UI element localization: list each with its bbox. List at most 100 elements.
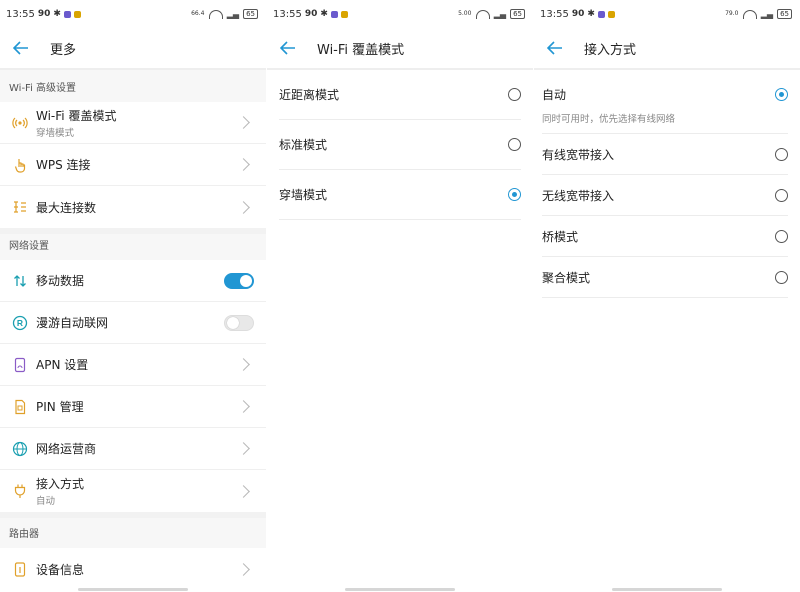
- status-signal: 90: [37, 9, 51, 19]
- page-title: 接入方式: [584, 42, 637, 58]
- pin-management-item[interactable]: PIN 管理: [0, 386, 266, 428]
- chevron-right-icon: [237, 484, 250, 498]
- app-header: 接入方式: [534, 28, 800, 68]
- chevron-right-icon: [237, 200, 250, 214]
- bluetooth-icon: ✱: [53, 9, 61, 19]
- option-label: 无线宽带接入: [542, 188, 615, 203]
- app-icon: [330, 10, 338, 18]
- roaming-icon: R: [12, 315, 28, 331]
- app-header: Wi-Fi 覆盖模式: [267, 28, 533, 68]
- item-label: 网络运营商: [36, 442, 97, 456]
- wifi-coverage-mode-item[interactable]: Wi-Fi 覆盖模式 穿墙模式: [0, 102, 266, 144]
- item-subtitle: 自动: [36, 496, 56, 507]
- radio-button-selected[interactable]: [775, 88, 788, 101]
- status-net-speed: 5.00: [458, 10, 472, 17]
- battery-icon: 65: [777, 9, 792, 19]
- item-label: WPS 连接: [36, 158, 91, 172]
- gesture-bar: [534, 588, 800, 592]
- wifi-status-icon: [208, 9, 223, 19]
- status-time: 13:55: [273, 8, 302, 20]
- hand-tap-icon: [12, 157, 28, 173]
- svg-text:R: R: [17, 318, 23, 328]
- data-arrows-icon: [12, 273, 28, 289]
- app-icon: [73, 10, 81, 18]
- connection-list-icon: [12, 199, 28, 215]
- mobile-data-toggle[interactable]: [224, 272, 254, 289]
- battery-icon: 65: [243, 9, 258, 19]
- mobile-data-item[interactable]: 移动数据: [0, 260, 266, 302]
- chevron-right-icon: [237, 158, 250, 171]
- plug-icon: [12, 483, 28, 499]
- wifi-status-icon: [742, 9, 757, 19]
- app-header: 更多: [0, 28, 266, 68]
- option-label: 聚合模式: [542, 270, 591, 285]
- status-net-speed: 79.0: [725, 10, 739, 17]
- wps-connect-item[interactable]: WPS 连接: [0, 144, 266, 186]
- wifi-signal-icon: [12, 115, 28, 131]
- status-bar: 13:55 90 ✱ 5.00 ▂▄ 65: [267, 0, 533, 28]
- option-label: 近距离模式: [279, 88, 340, 102]
- option-wall-penetration-mode[interactable]: 穿墙模式: [279, 170, 521, 220]
- item-label: Wi-Fi 覆盖模式: [36, 108, 117, 123]
- option-auto[interactable]: 自动 同时可用时，优先选择有线网络: [542, 78, 788, 134]
- radio-button[interactable]: [508, 88, 521, 101]
- option-label: 穿墙模式: [279, 188, 328, 202]
- status-time: 13:55: [6, 8, 35, 20]
- cell-signal-icon: ▂▄: [226, 9, 240, 19]
- item-label: APN 设置: [36, 358, 89, 372]
- network-operator-item[interactable]: 网络运营商: [0, 428, 266, 470]
- option-label: 自动: [542, 88, 567, 102]
- screens: 13:55 90 ✱ 66.4 ▂▄ 65 更多 Wi-Fi 高级设置 Wi-F…: [0, 0, 800, 592]
- chevron-right-icon: [237, 562, 250, 576]
- max-connections-item[interactable]: 最大连接数: [0, 186, 266, 228]
- item-label: 接入方式: [36, 477, 85, 491]
- option-near-mode[interactable]: 近距离模式: [279, 70, 521, 120]
- apn-settings-item[interactable]: APN 设置: [0, 344, 266, 386]
- option-label: 桥模式: [542, 229, 579, 244]
- option-label: 标准模式: [279, 138, 328, 152]
- status-bar: 13:55 90 ✱ 66.4 ▂▄ 65: [0, 0, 266, 28]
- option-wireless-broadband[interactable]: 无线宽带接入: [542, 175, 788, 216]
- page-title: 更多: [50, 42, 77, 58]
- option-standard-mode[interactable]: 标准模式: [279, 120, 521, 170]
- wifi-status-icon: [475, 9, 490, 19]
- app-icon: [340, 10, 348, 18]
- section-wifi-advanced: Wi-Fi 高级设置: [0, 70, 266, 102]
- roaming-toggle[interactable]: [224, 314, 254, 331]
- back-arrow-icon[interactable]: [546, 39, 564, 57]
- option-bridge-mode[interactable]: 桥模式: [542, 216, 788, 257]
- battery-icon: 65: [510, 9, 525, 19]
- roaming-auto-connect-item[interactable]: R 漫游自动联网: [0, 302, 266, 344]
- item-label: 漫游自动联网: [36, 316, 109, 330]
- back-arrow-icon[interactable]: [12, 39, 30, 57]
- radio-button[interactable]: [775, 270, 788, 284]
- panel-access-mode: 13:55 90 ✱ 79.0 ▂▄ 65 接入方式 自动 同时可用时，优先选择…: [534, 0, 800, 592]
- apn-icon: [12, 357, 28, 373]
- option-wired-broadband[interactable]: 有线宽带接入: [542, 134, 788, 175]
- radio-button[interactable]: [775, 229, 788, 243]
- device-info-item[interactable]: 设备信息: [0, 548, 266, 590]
- status-signal: 90: [304, 9, 318, 19]
- device-info-icon: [12, 561, 28, 577]
- status-signal: 90: [571, 9, 585, 19]
- item-label: 设备信息: [36, 562, 85, 577]
- radio-button[interactable]: [775, 147, 788, 161]
- access-mode-item[interactable]: 接入方式 自动: [0, 470, 266, 512]
- section-router: 路由器: [0, 518, 266, 548]
- option-label: 有线宽带接入: [542, 147, 615, 162]
- gesture-bar: [267, 588, 533, 592]
- bluetooth-icon: ✱: [320, 9, 328, 19]
- radio-button-selected[interactable]: [508, 188, 521, 201]
- gesture-bar: [0, 588, 266, 592]
- status-time: 13:55: [540, 8, 569, 20]
- app-icon: [597, 10, 605, 18]
- chevron-right-icon: [237, 358, 250, 371]
- back-arrow-icon[interactable]: [279, 39, 297, 57]
- page-title: Wi-Fi 覆盖模式: [317, 42, 405, 58]
- app-icon: [63, 10, 71, 18]
- globe-icon: [12, 441, 28, 457]
- item-label: 最大连接数: [36, 200, 97, 215]
- radio-button[interactable]: [775, 188, 788, 202]
- radio-button[interactable]: [508, 138, 521, 151]
- option-aggregation-mode[interactable]: 聚合模式: [542, 257, 788, 298]
